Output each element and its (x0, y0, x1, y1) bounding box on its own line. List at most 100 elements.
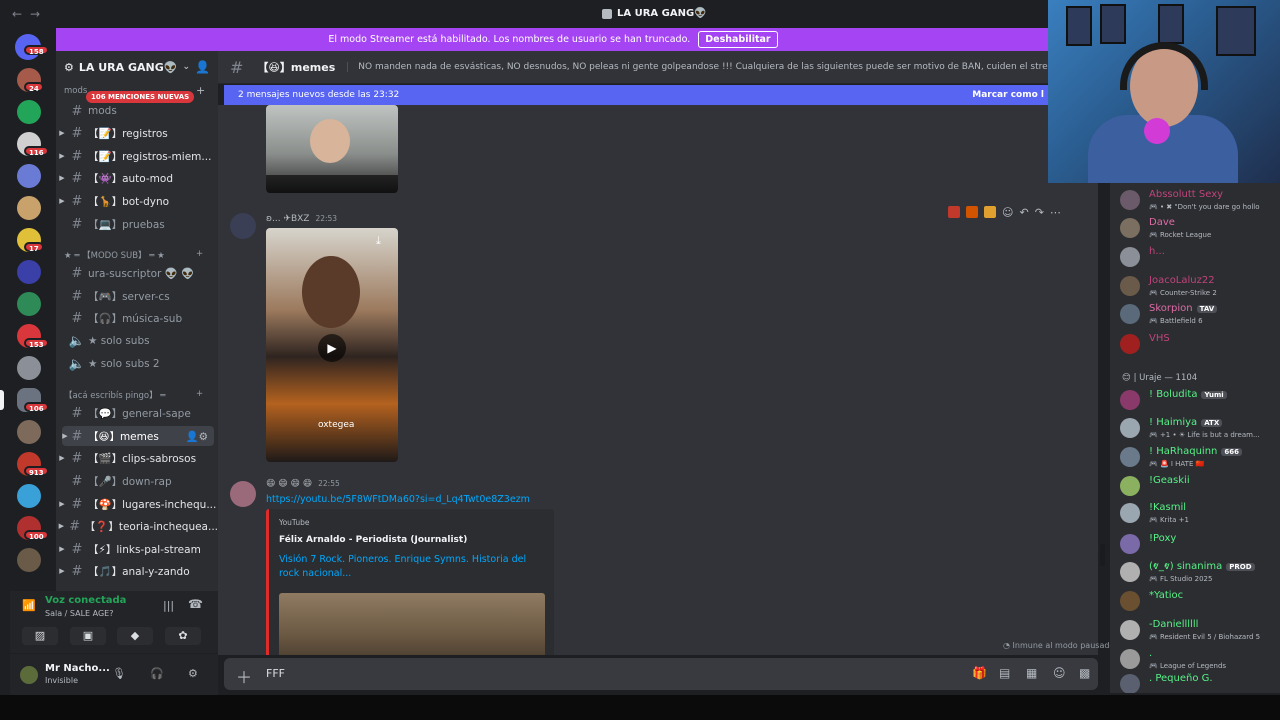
author-name[interactable]: ʚ... ✈BXZ 22:53 (266, 214, 337, 224)
camera-icon[interactable]: ▨ (22, 627, 58, 645)
reaction-icon[interactable] (948, 206, 960, 218)
category-aca-escribis[interactable]: 【acá escribís pingo】 ═ (64, 389, 165, 401)
disconnect-icon[interactable]: ☎ (188, 597, 203, 611)
avatar[interactable] (230, 213, 256, 239)
noise-suppression-icon[interactable]: ||| (163, 599, 174, 612)
forward-arrow-icon[interactable]: → (30, 7, 40, 21)
scrollbar-thumb[interactable] (1100, 544, 1105, 566)
play-icon[interactable]: ▶ (318, 334, 346, 362)
guild-icon[interactable] (17, 356, 41, 380)
back-arrow-icon[interactable]: ← (12, 7, 22, 21)
member-item[interactable]: . Pequeño G. (1110, 668, 1280, 693)
add-reaction-icon[interactable]: ☺ (1002, 206, 1013, 219)
guild-icon[interactable] (17, 164, 41, 188)
reaction-icon[interactable] (984, 206, 996, 218)
guild-icon[interactable] (17, 196, 41, 220)
forward-icon[interactable]: ↷ (1035, 206, 1044, 219)
member-item[interactable]: VHS (1110, 328, 1280, 360)
screen-share-icon[interactable]: ▣ (70, 627, 106, 645)
member-activity: 🎮 • ✖ "Don't you dare go hollo (1149, 203, 1260, 211)
embed-author[interactable]: Félix Arnaldo - Periodista (Journalist) (279, 535, 467, 545)
channel-teoria[interactable]: ▶ # 【❓】teoria-inchequea... (56, 516, 218, 536)
gift-icon[interactable]: 🎁 (972, 666, 987, 680)
channel-registros-miem[interactable]: ▶ # 【📝】registros-miem... (56, 146, 218, 166)
download-icon[interactable]: ⤓ (376, 234, 381, 248)
channel-pruebas[interactable]: # 【💻】pruebas (56, 214, 218, 234)
add-channel-icon[interactable]: + (196, 249, 203, 259)
member-item[interactable]: ! HaRhaquinn 666 🎮 🚨 I HATE 🇨🇳 (1110, 441, 1280, 473)
voice-channel-name[interactable]: Sala / SALE AGE? (45, 609, 113, 618)
member-item[interactable]: -Daniellllll 🎮 Resident Evil 5 / Biohazar… (1110, 614, 1280, 646)
headphones-icon[interactable]: 🎧 (150, 667, 164, 680)
new-messages-bar[interactable]: 2 mensajes nuevos desde las 23:32 Marcar… (224, 85, 1048, 105)
guild-icon[interactable] (17, 420, 41, 444)
channel-server-cs[interactable]: # 【🎮】server-cs (56, 286, 218, 306)
user-name[interactable]: Mr Nacho... (45, 663, 110, 674)
apps-icon[interactable]: ▩ (1079, 666, 1090, 680)
mark-as-read-button[interactable]: Marcar como l (972, 90, 1044, 100)
member-item[interactable]: Dave 🎮 Rocket League (1110, 212, 1280, 244)
category-mods[interactable]: mods + (64, 84, 205, 97)
channel-solo-subs[interactable]: 🔈 ★ solo subs (56, 331, 218, 351)
message-link[interactable]: https://youtu.be/5F8WFtDMa60?si=d_Lq4Twt… (266, 494, 530, 505)
video-controls[interactable] (266, 175, 398, 193)
reply-icon[interactable]: ↶ (1019, 206, 1028, 219)
channel-musica-sub[interactable]: # 【🎧】música-sub (56, 308, 218, 328)
hash-icon: # (71, 428, 83, 444)
activities-icon[interactable]: ◆ (117, 627, 153, 645)
channel-mods[interactable]: # mods (56, 101, 218, 121)
avatar[interactable] (18, 664, 40, 686)
member-item[interactable]: *Yatioc (1110, 585, 1280, 617)
video-attachment-1[interactable] (266, 105, 398, 193)
channel-links-pal-stream[interactable]: ▶ # 【⚡】links-pal-stream (56, 539, 218, 559)
microphone-icon[interactable]: 🎙 (112, 667, 126, 680)
disable-streamer-button[interactable]: Deshabilitar (698, 31, 778, 48)
gear-icon[interactable]: ⚙ (188, 667, 198, 680)
channel-lugares[interactable]: ▶ # 【🍄】lugares-inchequ... (56, 494, 218, 514)
member-item[interactable]: h... (1110, 241, 1280, 273)
guild-icon[interactable] (17, 548, 41, 572)
signal-icon[interactable]: 📶 (22, 599, 36, 612)
channel-ura-suscriptor[interactable]: # ura-suscriptor 👽 👽 (56, 263, 218, 283)
attach-plus-icon[interactable]: ＋ (236, 664, 252, 688)
channel-anal-y-zando[interactable]: ▶ # 【🎵】anal-y-zando (56, 561, 218, 581)
channel-registros[interactable]: ▶ # 【📝】registros (56, 123, 218, 143)
guild-icon[interactable] (17, 260, 41, 284)
member-item[interactable]: Skorpion TAV 🎮 Battlefield 6 (1110, 298, 1280, 330)
guild-icon[interactable] (17, 292, 41, 316)
soundboard-icon[interactable]: ✿ (165, 627, 201, 645)
message-input[interactable]: FFF (266, 667, 285, 680)
add-channel-icon[interactable]: + (196, 389, 203, 399)
channel-memes[interactable]: ▶ # 【😆】memes 👤⚙ (62, 426, 214, 446)
more-icon[interactable]: ⋯ (1050, 206, 1061, 219)
member-item[interactable]: (ⱴ_ⱴ) sinanima PROD 🎮 FL Studio 2025 (1110, 556, 1280, 588)
settings-gear-icon[interactable]: 👤⚙ (186, 430, 209, 443)
message-composer[interactable]: ＋ FFF 🎁 ▤ ▦ ☺ ▩ (224, 658, 1098, 690)
guild-icon[interactable] (17, 484, 41, 508)
channel-general-sape[interactable]: # 【💬】general-sape (56, 403, 218, 423)
channel-solo-subs-2[interactable]: 🔈 ★ solo subs 2 (56, 354, 218, 374)
member-item[interactable]: ! Haimiya ATX 🎮 +1 • ☀ Life is but a dream… (1110, 412, 1280, 444)
channel-down-rap[interactable]: # 【🎤】down-rap (56, 471, 218, 491)
add-channel-icon[interactable]: + (196, 84, 205, 97)
emoji-icon[interactable]: ☺ (1053, 666, 1066, 680)
video-attachment-2[interactable]: ⤓ ▶ oxtegea (266, 228, 398, 462)
embed-thumbnail[interactable] (279, 593, 545, 655)
voice-status[interactable]: Voz conectada (45, 595, 126, 606)
author-name[interactable]: 😄 😄 😄 😄 22:55 (266, 479, 340, 489)
embed-provider[interactable]: YouTube (279, 518, 310, 527)
gif-icon[interactable]: ▤ (999, 666, 1010, 680)
reaction-icon[interactable] (966, 206, 978, 218)
member-item[interactable]: !Kasmil 🎮 Krita +1 (1110, 497, 1280, 529)
channel-bot-dyno[interactable]: ▶ # 【🦒】bot-dyno (56, 191, 218, 211)
channel-topic[interactable]: NO manden nada de esvásticas, NO desnudo… (347, 62, 1048, 72)
channel-auto-mod[interactable]: ▶ # 【👾】auto-mod (56, 168, 218, 188)
server-header[interactable]: ⚙ LA URA GANG👽 ⌄ 👤 (56, 51, 218, 83)
guild-icon[interactable] (17, 100, 41, 124)
avatar[interactable] (230, 481, 256, 507)
add-member-icon[interactable]: 👤 (195, 60, 210, 74)
channel-clips-sabrosos[interactable]: ▶ # 【🎬】clips-sabrosos (56, 448, 218, 468)
category-modo-sub[interactable]: ★ ═ 【MODO SUB】 ═ ★ (64, 249, 165, 261)
sticker-icon[interactable]: ▦ (1026, 666, 1037, 680)
embed-title[interactable]: Visión 7 Rock. Pioneros. Enrique Symns. … (279, 553, 545, 581)
